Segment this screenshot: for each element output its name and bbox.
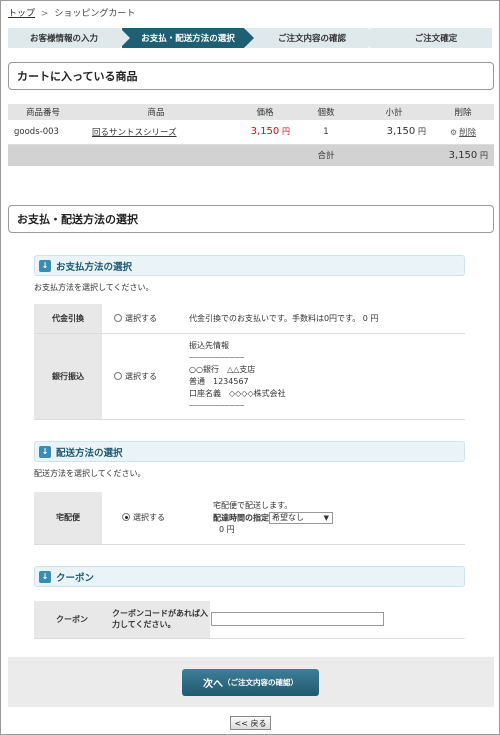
total-label: 合計 [296, 144, 356, 166]
cod-radio-cell[interactable]: 選択する [102, 304, 188, 334]
delivery-options-table: 宅配便 選択する 宅配便で配送します。 配達時間の指定 希望なし ▼ 0 円 [34, 492, 465, 545]
payment-options-table: 代金引換 選択する 代金引換でのお支払いです。手数料は0円です。 0 円 銀行振… [34, 304, 465, 420]
subtotal-value: 3,150 [386, 126, 416, 138]
bank-info-title: 振込先情報 [189, 341, 229, 350]
payment-shipping-title: お支払・配送方法の選択 [8, 205, 494, 233]
coupon-header: ↓ クーポン [34, 566, 465, 587]
coupon-input-cell [210, 601, 465, 639]
bank-info-divider-bottom: --------------------------------- [189, 402, 244, 409]
bank-info-holder: 口座名義 ◇◇◇◇株式会社 [189, 389, 286, 398]
payment-method-desc: お支払方法を選択してください。 [34, 283, 154, 292]
delivery-time-value[interactable]: 希望なし [272, 513, 304, 522]
cart-total-row: 合計 3,150 円 [8, 144, 494, 166]
price-value: 3,150 [250, 126, 280, 138]
coupon-title: クーポン [56, 572, 95, 584]
coupon-label: クーポン [34, 601, 110, 639]
next-button-sublabel[interactable]: （ご注文内容の確認） [223, 677, 298, 688]
cell-price: 3,150 円 [234, 120, 296, 145]
step-order-confirm: ご注文内容の確認 [246, 28, 378, 48]
payment-method-header: ↓ お支払方法の選択 [34, 255, 465, 276]
coupon-prompt-line1: クーポンコードがあれば入 [112, 609, 208, 619]
chevron-down-icon: ▼ [323, 513, 329, 522]
coupon-prompt: クーポンコードがあれば入 力してください。 [110, 601, 210, 639]
payment-option-cod: 代金引換 選択する 代金引換でのお支払いです。手数料は0円です。 0 円 [34, 304, 465, 334]
bank-radio-label[interactable]: 選択する [125, 372, 157, 381]
total-yen: 円 [480, 150, 488, 160]
cell-qty: 1 [296, 120, 356, 145]
breadcrumb-top-link[interactable]: トップ [8, 9, 35, 19]
cell-subtotal: 3,150 円 [356, 120, 432, 145]
breadcrumb-current: ショッピングカート [54, 9, 136, 19]
cart-header-row: 商品番号 商品 価格 個数 小計 削除 [8, 104, 494, 120]
cell-delete: ⚙ 削除 [432, 120, 494, 145]
bank-info-account: 普通 1234567 [189, 377, 249, 386]
breadcrumb-separator: > [40, 9, 49, 19]
next-button[interactable]: 次へ （ご注文内容の確認） [182, 669, 319, 696]
total-cell: 3,150 円 [432, 144, 494, 166]
delivery-time-label: 配達時間の指定 [213, 513, 269, 522]
arrow-down-icon: ↓ [39, 259, 51, 272]
delivery-method-header: ↓ 配送方法の選択 [34, 441, 465, 462]
delivery-label: 宅配便 [34, 492, 102, 545]
delivery-time-select[interactable]: 希望なし ▼ [269, 511, 333, 524]
col-product: 商品 [78, 104, 234, 120]
coupon-code-input[interactable] [211, 612, 384, 627]
coupon-table: クーポン クーポンコードがあれば入 力してください。 [34, 601, 465, 639]
coupon-row: クーポン クーポンコードがあれば入 力してください。 [34, 601, 465, 639]
next-button-label[interactable]: 次へ [203, 675, 223, 690]
col-qty: 個数 [296, 104, 356, 120]
delivery-radio[interactable] [122, 513, 130, 522]
delivery-note: 宅配便で配送します。 [213, 500, 293, 510]
delivery-fee: 0 円 [219, 525, 235, 534]
cart-section-title: カートに入っている商品 [8, 62, 494, 90]
subtotal-yen: 円 [418, 127, 426, 137]
back-button[interactable]: << 戻る [230, 716, 271, 730]
bank-radio[interactable] [114, 371, 122, 380]
bank-info-divider: --------------------------------- [189, 354, 244, 361]
bank-info-branch: ○○銀行 △△支店 [189, 365, 256, 374]
coupon-prompt-line2: 力してください。 [112, 620, 176, 630]
delete-link[interactable]: 削除 [459, 128, 476, 138]
col-delete: 削除 [432, 104, 494, 120]
payment-method-title: お支払方法の選択 [56, 261, 133, 273]
arrow-down-icon: ↓ [39, 570, 51, 583]
bank-label: 銀行振込 [34, 333, 102, 420]
total-value: 3,150 [448, 149, 478, 161]
delivery-radio-cell[interactable]: 選択する [102, 492, 212, 545]
page-frame: トップ > ショッピングカート お客様情報の入力 お支払・配送方法の選択 ご注文… [0, 0, 500, 735]
cart-table: 商品番号 商品 価格 個数 小計 削除 goods-003 回るサントスシリーズ… [8, 104, 494, 166]
cell-code: goods-003 [8, 120, 78, 145]
step-payment-shipping: お支払・配送方法の選択 [122, 28, 254, 48]
cod-radio[interactable] [114, 313, 122, 322]
product-link[interactable]: 回るサントスシリーズ [92, 128, 177, 138]
bank-radio-cell[interactable]: 選択する [102, 333, 188, 420]
bank-info: 振込先情報 --------------------------------- … [188, 333, 465, 420]
price-yen: 円 [282, 127, 290, 137]
breadcrumb: トップ > ショッピングカート [8, 6, 135, 19]
delivery-info: 宅配便で配送します。 配達時間の指定 希望なし ▼ 0 円 [212, 492, 465, 545]
col-price: 価格 [234, 104, 296, 120]
payment-option-bank: 銀行振込 選択する 振込先情報 ------------------------… [34, 333, 465, 420]
arrow-down-icon: ↓ [39, 445, 51, 458]
cod-label: 代金引換 [34, 304, 102, 334]
cod-note: 代金引換でのお支払いです。手数料は0円です。 0 円 [188, 304, 465, 334]
delivery-time-row: 配達時間の指定 希望なし ▼ [213, 511, 464, 525]
checkout-steps: お客様情報の入力 お支払・配送方法の選択 ご注文内容の確認 ご注文確定 [8, 28, 494, 48]
cod-radio-label[interactable]: 選択する [125, 314, 157, 323]
col-code: 商品番号 [8, 104, 78, 120]
delivery-method-title: 配送方法の選択 [56, 447, 123, 459]
delivery-radio-label[interactable]: 選択する [133, 513, 165, 522]
delivery-option-takuhaibin: 宅配便 選択する 宅配便で配送します。 配達時間の指定 希望なし ▼ 0 円 [34, 492, 465, 545]
step-customer-info: お客様情報の入力 [8, 28, 130, 48]
col-subtotal: 小計 [356, 104, 432, 120]
step-order-complete: ご注文確定 [370, 28, 492, 48]
table-row: goods-003 回るサントスシリーズ 3,150 円 1 3,150 円 ⚙… [8, 120, 494, 145]
gear-icon: ⚙ [449, 127, 458, 137]
delivery-method-desc: 配送方法を選択してください。 [34, 469, 146, 478]
